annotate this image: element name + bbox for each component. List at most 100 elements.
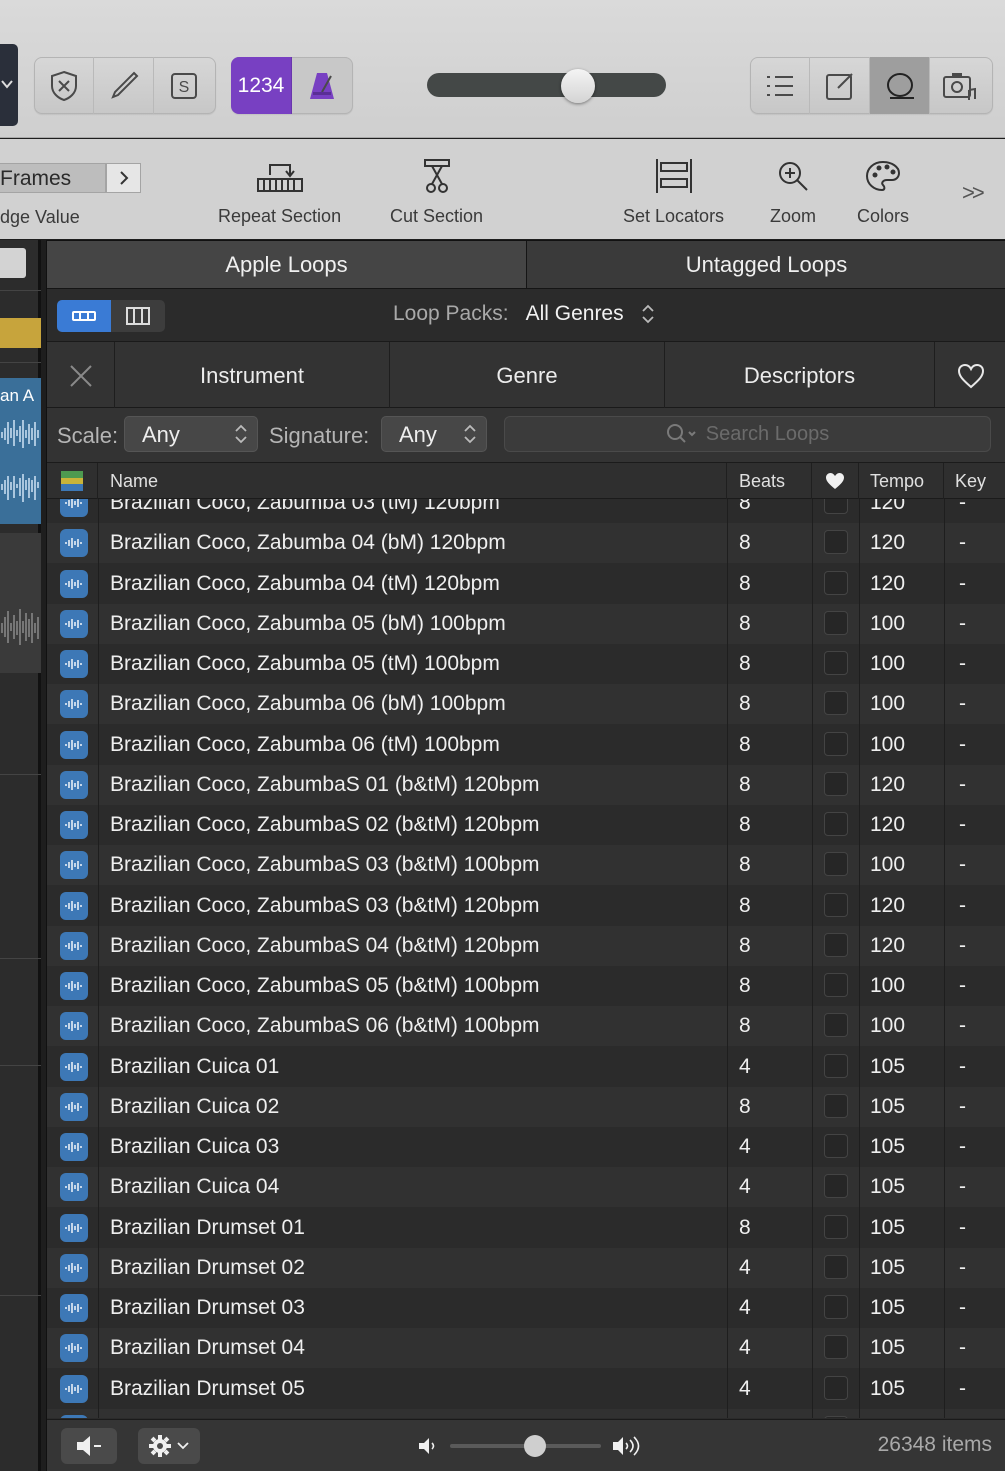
loop-row[interactable]: Brazilian Drumset 01 8 105 - [47,1208,1005,1248]
favorite-checkbox[interactable] [824,1335,848,1360]
loop-row[interactable]: Brazilian Drumset 05 4 105 - [47,1369,1005,1409]
favorite-checkbox[interactable] [824,852,848,877]
colors-button[interactable]: Colors [857,155,909,227]
loop-row[interactable]: Brazilian Coco, Zabumba 06 (bM) 100bpm 8 1… [47,684,1005,725]
scale-popup[interactable]: Any [124,416,258,452]
loop-row[interactable]: Brazilian Coco, ZabumbaS 02 (b&tM) 120bp… [47,805,1005,845]
tab-instrument[interactable]: Instrument [115,342,390,409]
favorite-checkbox[interactable] [824,530,848,555]
master-volume-slider[interactable] [427,73,666,97]
loop-packs-selector[interactable]: Loop Packs: All Genres [393,302,655,326]
loop-row[interactable]: Brazilian Drumset 03 4 105 - [47,1288,1005,1328]
favorite-checkbox[interactable] [824,1134,848,1158]
favorite-checkbox[interactable] [824,1013,848,1038]
repeat-section-button[interactable]: Repeat Section [218,155,341,227]
solo-button[interactable]: S [154,57,214,114]
master-volume-knob[interactable] [560,69,595,103]
region-gold[interactable] [0,318,41,348]
loop-row[interactable]: Brazilian Cuica 04 4 105 - [47,1167,1005,1208]
tab-descriptors[interactable]: Descriptors [665,342,935,409]
favorite-checkbox[interactable] [824,499,848,514]
list-editors-button[interactable] [750,57,810,114]
cut-section-button[interactable]: Cut Section [390,155,483,227]
favorite-checkbox[interactable] [824,1375,848,1400]
column-view-button[interactable] [111,300,165,332]
heart-filled-icon [826,473,844,489]
favorite-checkbox[interactable] [824,1295,848,1319]
tab-apple-loops[interactable]: Apple Loops [47,241,527,289]
column-name-header[interactable]: Name [98,463,727,499]
favorite-checkbox[interactable] [824,973,848,997]
preview-mode-button[interactable] [61,1428,117,1464]
loop-row[interactable]: Brazilian Coco, ZabumbaS 01 (b&tM) 120bp… [47,764,1005,805]
column-key-header[interactable]: Key [944,463,1005,499]
preview-volume-knob[interactable] [523,1435,546,1457]
loop-row[interactable]: Brazilian Cuica 02 8 105 - [47,1086,1005,1127]
column-color-header[interactable] [47,463,98,499]
loop-row[interactable]: Brazilian Coco, ZabumbaS 03 (b&tM) 100bp… [47,845,1005,886]
favorite-checkbox[interactable] [824,1093,848,1118]
loop-tempo: 100 [870,732,906,756]
smart-controls-button[interactable] [34,57,94,114]
loop-name: Brazilian Coco, Zabumba 05 (bM) 100bpm [110,611,506,635]
column-tempo-header[interactable]: Tempo [859,463,944,499]
favorite-checkbox[interactable] [824,812,848,836]
favorite-checkbox[interactable] [824,691,848,716]
favorite-checkbox[interactable] [824,570,848,595]
loop-row[interactable]: Brazilian Drumset 02 4 105 - [47,1247,1005,1288]
loop-browser-button[interactable] [870,57,930,114]
loop-row[interactable]: Brazilian Coco, Zabumba 06 (tM) 100bpm 8 1… [47,725,1005,765]
loop-row[interactable]: Brazilian Coco, Zabumba 03 (tM) 120bpm 8 1… [47,499,1005,523]
view-menu-button[interactable] [0,44,18,126]
zoom-button[interactable]: Zoom [770,155,816,227]
favorite-checkbox[interactable] [824,771,848,796]
button-view-button[interactable] [57,300,111,332]
favorite-checkbox[interactable] [824,892,848,917]
favorite-checkbox[interactable] [824,1174,848,1199]
loop-row[interactable]: Brazilian Coco, ZabumbaS 05 (b&tM) 100bp… [47,966,1005,1006]
favorites-filter-button[interactable] [935,342,1005,409]
loop-row[interactable]: Brazilian Coco, Zabumba 04 (tM) 120bpm 8 1… [47,564,1005,604]
tab-untagged-loops[interactable]: Untagged Loops [527,241,1005,289]
favorite-checkbox[interactable] [824,1214,848,1239]
loop-row[interactable]: Brazilian Coco, ZabumbaS 06 (b&tM) 100bp… [47,1006,1005,1047]
audio-loop-icon [60,931,88,960]
loop-tempo: 100 [870,974,906,997]
set-locators-button[interactable]: Set Locators [623,155,724,227]
frames-next-button[interactable] [106,163,141,193]
search-field[interactable]: Search Loops [504,416,991,452]
metronome-button[interactable] [292,57,352,114]
loop-row[interactable]: Brazilian Coco, Zabumba 04 (bM) 120bpm 8 1… [47,523,1005,564]
toolbar-overflow-button[interactable]: >> [962,180,985,206]
favorite-checkbox[interactable] [824,1053,848,1078]
count-in-button[interactable]: 1234 [231,57,292,114]
loop-row[interactable]: Brazilian Coco, Zabumba 05 (tM) 100bpm 8 1… [47,644,1005,684]
loop-row[interactable]: Brazilian Drumset 04 4 105 - [47,1328,1005,1369]
favorite-checkbox[interactable] [824,610,848,635]
favorite-checkbox[interactable] [824,1415,848,1418]
loop-row[interactable]: Brazilian Cuica 03 4 105 - [47,1127,1005,1167]
frames-display[interactable]: Frames [0,163,106,193]
favorite-checkbox[interactable] [824,731,848,756]
favorite-checkbox[interactable] [824,1254,848,1279]
reset-filters-button[interactable] [47,342,115,409]
note-pads-button[interactable] [810,57,870,114]
tab-genre[interactable]: Genre [390,342,665,409]
pencil-tool-button[interactable] [94,57,154,114]
signature-popup[interactable]: Any [381,416,487,452]
column-favorite-header[interactable] [812,463,859,499]
loop-row[interactable]: Brazilian Coco, ZabumbaS 03 (b&tM) 120bp… [47,886,1005,926]
audio-region-gray[interactable] [0,533,41,673]
media-browser-button[interactable] [930,57,990,114]
action-menu-button[interactable] [138,1428,200,1464]
audio-loop-icon [60,1294,88,1322]
track-divider [0,362,41,363]
loop-row[interactable]: Brazilian Cuica 01 4 105 - [47,1047,1005,1087]
favorite-checkbox[interactable] [824,651,848,675]
column-beats-header[interactable]: Beats [727,463,812,499]
loop-row[interactable]: Brazilian Coco, Zabumba 05 (bM) 100bpm 8 1… [47,603,1005,644]
loop-row[interactable]: Brazilian Coco, ZabumbaS 04 (b&tM) 120bp… [47,925,1005,966]
loop-name: Brazilian Drumset 02 [110,1255,305,1279]
track-header-control[interactable] [0,248,26,278]
favorite-checkbox[interactable] [824,932,848,957]
